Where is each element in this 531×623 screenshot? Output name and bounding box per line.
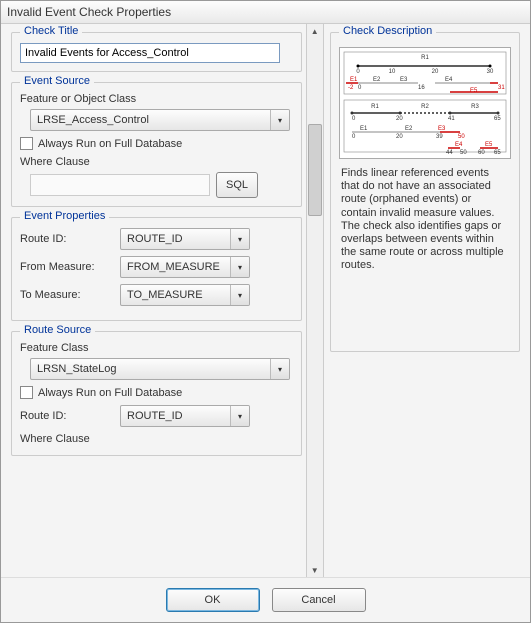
group-event-properties: Event Properties Route ID: ROUTE_ID ▾ Fr…	[11, 217, 302, 321]
svg-text:50: 50	[458, 134, 465, 140]
cancel-button-label: Cancel	[301, 594, 335, 606]
vertical-scrollbar[interactable]: ▲ ▼	[306, 24, 324, 577]
event-source-feature-combo[interactable]: LRSE_Access_Control ▾	[30, 109, 290, 131]
legend-event-source: Event Source	[20, 75, 94, 87]
combo-value: LRSE_Access_Control	[31, 114, 270, 126]
svg-text:0: 0	[352, 134, 356, 140]
to-measure-combo[interactable]: TO_MEASURE ▾	[120, 284, 250, 306]
svg-text:E3: E3	[438, 126, 446, 132]
chevron-down-icon: ▾	[230, 285, 249, 305]
from-measure-combo[interactable]: FROM_MEASURE ▾	[120, 256, 250, 278]
svg-text:E1: E1	[350, 77, 358, 83]
route-always-run-label: Always Run on Full Database	[38, 387, 182, 399]
label-feature-class: Feature or Object Class	[20, 93, 293, 105]
svg-text:0: 0	[356, 69, 360, 75]
svg-text:20: 20	[396, 116, 403, 122]
route-feature-label: Feature Class	[20, 342, 293, 354]
legend-check-title: Check Title	[20, 25, 82, 37]
svg-text:E3: E3	[400, 77, 408, 83]
from-measure-label: From Measure:	[20, 261, 120, 273]
where-clause-label: Where Clause	[20, 156, 293, 168]
cancel-button[interactable]: Cancel	[272, 588, 366, 612]
combo-value: ROUTE_ID	[121, 233, 230, 245]
svg-text:0: 0	[352, 116, 356, 122]
svg-text:E5: E5	[485, 142, 493, 148]
combo-value: FROM_MEASURE	[121, 261, 230, 273]
ok-button-label: OK	[205, 594, 221, 606]
svg-text:30: 30	[487, 69, 494, 75]
svg-text:39: 39	[436, 134, 443, 140]
combo-value: TO_MEASURE	[121, 289, 230, 301]
left-pane: Check Title Event Source Feature or Obje…	[1, 24, 306, 577]
sql-button-label: SQL	[226, 179, 248, 191]
group-check-title: Check Title	[11, 32, 302, 72]
route-source-route-id-combo[interactable]: ROUTE_ID ▾	[120, 405, 250, 427]
scroll-down-icon: ▼	[307, 563, 323, 577]
chevron-down-icon: ▾	[270, 110, 289, 130]
svg-text:E4: E4	[445, 77, 453, 83]
description-text: Finds linear referenced events that do n…	[339, 167, 511, 273]
svg-text:10: 10	[389, 69, 396, 75]
route-id-combo[interactable]: ROUTE_ID ▾	[120, 228, 250, 250]
svg-text:41: 41	[448, 116, 455, 122]
dialog-window: Invalid Event Check Properties Check Tit…	[0, 0, 531, 623]
svg-text:E1: E1	[360, 126, 368, 132]
svg-text:44: 44	[446, 150, 453, 156]
checkbox-icon	[20, 386, 33, 399]
chevron-down-icon: ▾	[230, 229, 249, 249]
route-source-route-id-label: Route ID:	[20, 410, 120, 422]
legend-event-properties: Event Properties	[20, 210, 109, 222]
svg-text:16: 16	[418, 85, 425, 91]
svg-text:60: 60	[478, 150, 485, 156]
always-run-checkbox-row[interactable]: Always Run on Full Database	[20, 137, 293, 150]
right-pane: Check Description R1 0 10 20 30	[324, 24, 530, 577]
svg-text:E4: E4	[455, 142, 463, 148]
window-title: Invalid Event Check Properties	[7, 5, 171, 19]
sql-button[interactable]: SQL	[216, 172, 258, 198]
svg-text:R3: R3	[471, 104, 479, 110]
svg-text:0: 0	[358, 85, 362, 91]
checkbox-icon	[20, 137, 33, 150]
ok-button[interactable]: OK	[166, 588, 260, 612]
svg-text:20: 20	[432, 69, 439, 75]
titlebar: Invalid Event Check Properties	[1, 1, 530, 24]
scroll-thumb[interactable]	[308, 124, 322, 216]
group-check-description: Check Description R1 0 10 20 30	[330, 32, 520, 352]
route-always-run-checkbox-row[interactable]: Always Run on Full Database	[20, 386, 293, 399]
legend-route-source: Route Source	[20, 324, 95, 336]
content-area: Check Title Event Source Feature or Obje…	[1, 24, 530, 577]
group-route-source: Route Source Feature Class LRSN_StateLog…	[11, 331, 302, 456]
group-event-source: Event Source Feature or Object Class LRS…	[11, 82, 302, 207]
svg-text:E5: E5	[470, 88, 478, 94]
description-diagram: R1 0 10 20 30 E1 E2 E3 E4	[339, 47, 511, 159]
svg-text:R1: R1	[371, 104, 379, 110]
svg-text:R1: R1	[421, 55, 429, 61]
route-where-label: Where Clause	[20, 433, 293, 445]
chevron-down-icon: ▾	[270, 359, 289, 379]
svg-text:-2: -2	[348, 85, 354, 91]
svg-text:50: 50	[460, 150, 467, 156]
always-run-label: Always Run on Full Database	[38, 138, 182, 150]
route-feature-combo[interactable]: LRSN_StateLog ▾	[30, 358, 290, 380]
route-id-label: Route ID:	[20, 233, 120, 245]
svg-text:20: 20	[396, 134, 403, 140]
chevron-down-icon: ▾	[230, 406, 249, 426]
chevron-down-icon: ▾	[230, 257, 249, 277]
button-bar: OK Cancel	[1, 577, 530, 622]
combo-value: ROUTE_ID	[121, 410, 230, 422]
svg-text:R2: R2	[421, 104, 429, 110]
check-title-input[interactable]	[20, 43, 280, 63]
combo-value: LRSN_StateLog	[31, 363, 270, 375]
where-clause-input[interactable]	[30, 174, 210, 196]
to-measure-label: To Measure:	[20, 289, 120, 301]
svg-text:31: 31	[498, 85, 505, 91]
svg-text:E2: E2	[373, 77, 381, 83]
svg-text:65: 65	[494, 116, 501, 122]
scroll-up-icon: ▲	[307, 24, 323, 38]
svg-text:E2: E2	[405, 126, 413, 132]
svg-text:65: 65	[494, 150, 501, 156]
legend-check-description: Check Description	[339, 25, 436, 37]
